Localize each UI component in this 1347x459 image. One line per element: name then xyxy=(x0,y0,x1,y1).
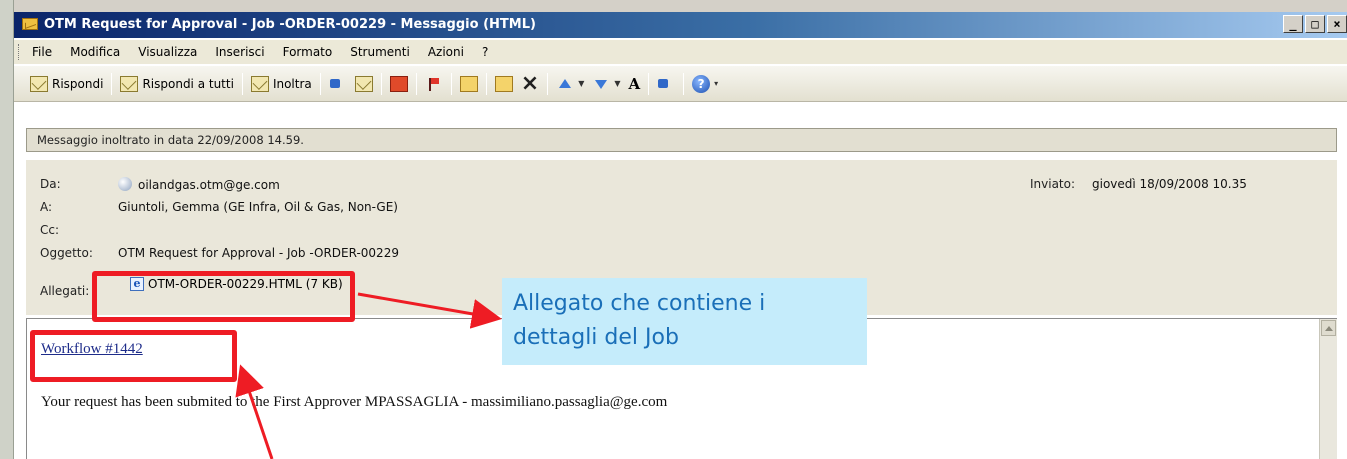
background-window-strip xyxy=(0,0,1347,12)
subject-label: Oggetto: xyxy=(40,246,93,260)
copy-icon xyxy=(354,75,373,92)
reply-all-icon xyxy=(120,75,139,92)
info-bar: Messaggio inoltrato in data 22/09/2008 1… xyxy=(26,128,1337,152)
callout-line-1: Allegato che contiene i xyxy=(513,291,766,316)
folder-icon xyxy=(459,75,478,92)
toolbar-separator xyxy=(485,72,487,95)
from-address: oilandgas.otm@ge.com xyxy=(138,178,280,192)
sent-value: giovedì 18/09/2008 10.35 xyxy=(1092,177,1247,191)
encoding-icon xyxy=(657,76,675,92)
forward-button[interactable]: Inoltra xyxy=(247,72,316,96)
menu-azioni[interactable]: Azioni xyxy=(428,45,464,59)
to-label: A: xyxy=(40,200,53,214)
reply-button[interactable]: Rispondi xyxy=(26,72,107,96)
toolbar-separator xyxy=(648,72,650,95)
help-button[interactable]: ? xyxy=(688,72,714,96)
vertical-scrollbar[interactable] xyxy=(1319,319,1337,459)
flag-icon xyxy=(425,76,443,92)
close-button[interactable]: × xyxy=(1327,15,1347,33)
background-window-edge xyxy=(0,0,14,459)
minimize-button[interactable]: _ xyxy=(1283,15,1303,33)
toolbar-separator xyxy=(450,72,452,95)
toolbar-separator xyxy=(683,72,685,95)
maximize-button[interactable]: □ xyxy=(1305,15,1325,33)
forward-label: Inoltra xyxy=(272,76,312,91)
print-button[interactable] xyxy=(325,72,351,96)
encoding-button[interactable] xyxy=(653,72,679,96)
toolbar-separator xyxy=(547,72,549,95)
follow-up-button[interactable] xyxy=(421,72,447,96)
reply-icon xyxy=(30,75,48,92)
subject-value: OTM Request for Approval - Job -ORDER-00… xyxy=(118,246,399,260)
toolbar-separator xyxy=(380,72,382,95)
attachments-label: Allegati: xyxy=(40,284,90,298)
mark-button[interactable] xyxy=(386,72,412,96)
up-arrow-icon xyxy=(556,76,574,92)
font-size-icon: A xyxy=(628,74,641,93)
help-icon: ? xyxy=(692,74,711,93)
reply-label: Rispondi xyxy=(52,76,104,91)
menu-file[interactable]: File xyxy=(32,45,52,59)
toolbar-separator xyxy=(241,72,243,95)
callout-line-2: dettagli del Job xyxy=(513,325,679,350)
menu-inserisci[interactable]: Inserisci xyxy=(215,45,264,59)
paste-button[interactable] xyxy=(491,72,517,96)
cc-label: Cc: xyxy=(40,223,60,237)
reply-all-label: Rispondi a tutti xyxy=(142,76,234,91)
toolbar-options-icon[interactable]: ▾ xyxy=(714,79,718,88)
copy-button[interactable] xyxy=(351,72,377,96)
standard-toolbar: Rispondi Rispondi a tutti Inoltra × ▼ ▼ … xyxy=(14,66,1347,102)
move-to-folder-button[interactable] xyxy=(456,72,482,96)
menu-bar: File Modifica Visualizza Inserisci Forma… xyxy=(14,40,1347,64)
menu-formato[interactable]: Formato xyxy=(283,45,333,59)
toolbar-separator xyxy=(111,72,113,95)
body-text: Your request has been submited to the Fi… xyxy=(41,394,668,410)
chevron-down-icon: ▼ xyxy=(578,79,585,88)
menu-visualizza[interactable]: Visualizza xyxy=(138,45,197,59)
menu-modifica[interactable]: Modifica xyxy=(70,45,120,59)
toolbar-separator xyxy=(319,72,321,95)
callout-box: Allegato che contiene i dettagli del Job xyxy=(502,278,867,365)
reply-all-button[interactable]: Rispondi a tutti xyxy=(116,72,237,96)
scroll-up-icon[interactable] xyxy=(1321,320,1336,336)
window-title: OTM Request for Approval - Job -ORDER-00… xyxy=(44,17,536,32)
attachment-highlight-box xyxy=(92,271,355,322)
chevron-down-icon: ▼ xyxy=(614,79,621,88)
workflow-highlight-box xyxy=(30,330,237,382)
mark-icon xyxy=(389,75,408,92)
forward-icon xyxy=(250,75,269,92)
previous-item-button[interactable]: ▼ xyxy=(552,72,588,96)
window-titlebar[interactable]: OTM Request for Approval - Job -ORDER-00… xyxy=(14,12,1347,38)
sent-label: Inviato: xyxy=(1030,177,1076,191)
menubar-grip[interactable] xyxy=(18,44,21,60)
delete-icon: × xyxy=(520,70,540,96)
next-item-button[interactable]: ▼ xyxy=(588,72,624,96)
font-size-button[interactable]: A xyxy=(625,72,645,96)
envelope-icon xyxy=(22,18,38,30)
window-controls: _ □ × xyxy=(1283,15,1347,33)
menu-help[interactable]: ? xyxy=(482,45,488,59)
delete-button[interactable]: × xyxy=(517,72,543,96)
toolbar-separator xyxy=(415,72,417,95)
to-value[interactable]: Giuntoli, Gemma (GE Infra, Oil & Gas, No… xyxy=(118,200,398,214)
from-value[interactable]: oilandgas.otm@ge.com xyxy=(118,177,280,192)
from-label: Da: xyxy=(40,177,61,191)
print-icon xyxy=(329,76,347,92)
down-arrow-icon xyxy=(592,76,610,92)
menu-strumenti[interactable]: Strumenti xyxy=(350,45,410,59)
sender-presence-icon xyxy=(118,177,132,191)
paste-icon xyxy=(494,75,513,92)
